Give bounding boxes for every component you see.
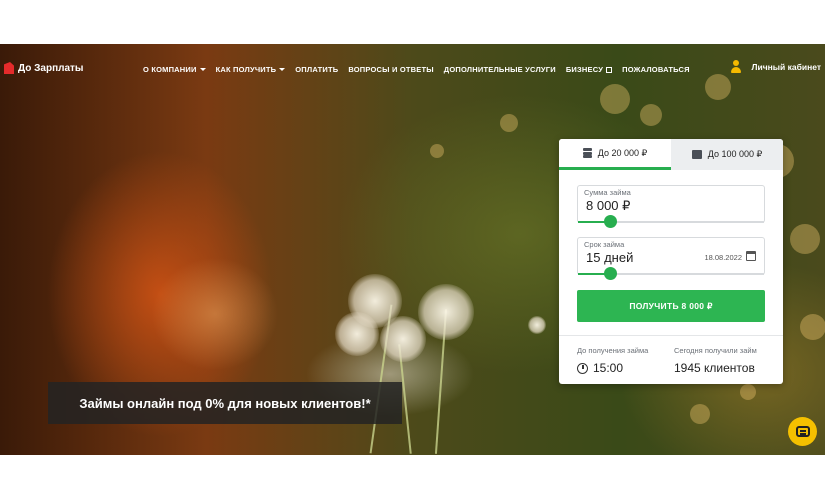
amount-tabs: До 20 000 ₽ До 100 000 ₽ <box>559 139 783 170</box>
slider-handle[interactable] <box>603 215 617 228</box>
nav-item-faq[interactable]: ВОПРОСЫ И ОТВЕТЫ <box>348 65 433 74</box>
nav-item-label: ПОЖАЛОВАТЬСЯ <box>622 65 690 74</box>
nav-item-about[interactable]: О КОМПАНИИ <box>143 65 206 74</box>
logo-icon <box>4 62 14 74</box>
nav-item-label: ОПЛАТИТЬ <box>295 65 339 74</box>
nav-item-how-to-get[interactable]: КАК ПОЛУЧИТЬ <box>216 65 286 74</box>
tab-label: До 20 000 ₽ <box>597 147 648 158</box>
loan-term-label: Срок займа <box>584 240 625 249</box>
logo-text: До Зарплаты <box>18 62 84 74</box>
loan-amount-slider[interactable] <box>578 215 764 228</box>
tab-up-to-20000[interactable]: До 20 000 ₽ <box>559 139 671 170</box>
loan-amount-label: Сумма займа <box>584 188 631 197</box>
loan-term-value: 15 дней <box>586 250 634 265</box>
chevron-down-icon <box>199 68 206 71</box>
top-nav: До Зарплаты О КОМПАНИИ КАК ПОЛУЧИТЬ ОПЛА… <box>0 44 825 96</box>
external-link-icon <box>606 66 613 73</box>
user-icon <box>730 60 742 74</box>
briefcase-icon <box>691 150 702 159</box>
cabinet-label: Личный кабинет <box>751 62 821 72</box>
clients-stat: Сегодня получили займ 1945 клиентов <box>674 346 757 375</box>
return-date: 18.08.2022 <box>704 253 742 262</box>
nav-item-label: ДОПОЛНИТЕЛЬНЫЕ УСЛУГИ <box>443 65 556 74</box>
personal-cabinet-link[interactable]: Личный кабинет <box>730 60 821 74</box>
tab-up-to-100000[interactable]: До 100 000 ₽ <box>671 139 783 170</box>
loan-amount-value: 8 000 ₽ <box>586 198 631 213</box>
loan-term-slider[interactable] <box>578 267 764 280</box>
chat-icon <box>795 426 810 437</box>
get-loan-button[interactable]: ПОЛУЧИТЬ 8 000 ₽ <box>577 290 765 322</box>
nav-item-label: О КОМПАНИИ <box>143 65 197 74</box>
chevron-down-icon <box>279 68 286 71</box>
time-stat-label: До получения займа <box>577 346 649 355</box>
time-stat-value: 15:00 <box>593 361 624 375</box>
nav-item-pay[interactable]: ОПЛАТИТЬ <box>295 65 338 74</box>
clock-icon <box>577 362 588 374</box>
clients-stat-label: Сегодня получили займ <box>674 346 757 355</box>
nav-item-extra-services[interactable]: ДОПОЛНИТЕЛЬНЫЕ УСЛУГИ <box>444 65 556 74</box>
nav-item-complain[interactable]: ПОЖАЛОВАТЬСЯ <box>622 65 690 74</box>
nav-item-business[interactable]: БИЗНЕСУ <box>565 65 613 74</box>
logo[interactable]: До Зарплаты <box>4 62 83 74</box>
nav-item-label: ВОПРОСЫ И ОТВЕТЫ <box>348 65 434 74</box>
promo-banner: Займы онлайн под 0% для новых клиентов!* <box>48 382 402 424</box>
slider-handle[interactable] <box>603 267 617 280</box>
main-menu: О КОМПАНИИ КАК ПОЛУЧИТЬ ОПЛАТИТЬ ВОПРОСЫ… <box>143 65 690 74</box>
calendar-icon[interactable] <box>746 251 756 261</box>
tab-label: До 100 000 ₽ <box>707 149 763 159</box>
coins-icon <box>582 148 592 158</box>
divider <box>559 335 783 336</box>
nav-item-label: БИЗНЕСУ <box>565 65 604 74</box>
time-stat: До получения займа 15:00 <box>577 346 648 375</box>
loan-amount-field[interactable]: Сумма займа 8 000 ₽ <box>577 185 765 228</box>
loan-calculator: До 20 000 ₽ До 100 000 ₽ Сумма займа 8 0… <box>559 139 783 384</box>
loan-term-field[interactable]: Срок займа 15 дней 18.08.2022 <box>577 237 765 280</box>
promo-text: Займы онлайн под 0% для новых клиентов!* <box>79 395 371 411</box>
nav-item-label: КАК ПОЛУЧИТЬ <box>215 65 277 74</box>
page: До Зарплаты О КОМПАНИИ КАК ПОЛУЧИТЬ ОПЛА… <box>0 0 825 500</box>
chat-button[interactable] <box>788 417 817 446</box>
clients-stat-value: 1945 клиентов <box>674 361 755 375</box>
